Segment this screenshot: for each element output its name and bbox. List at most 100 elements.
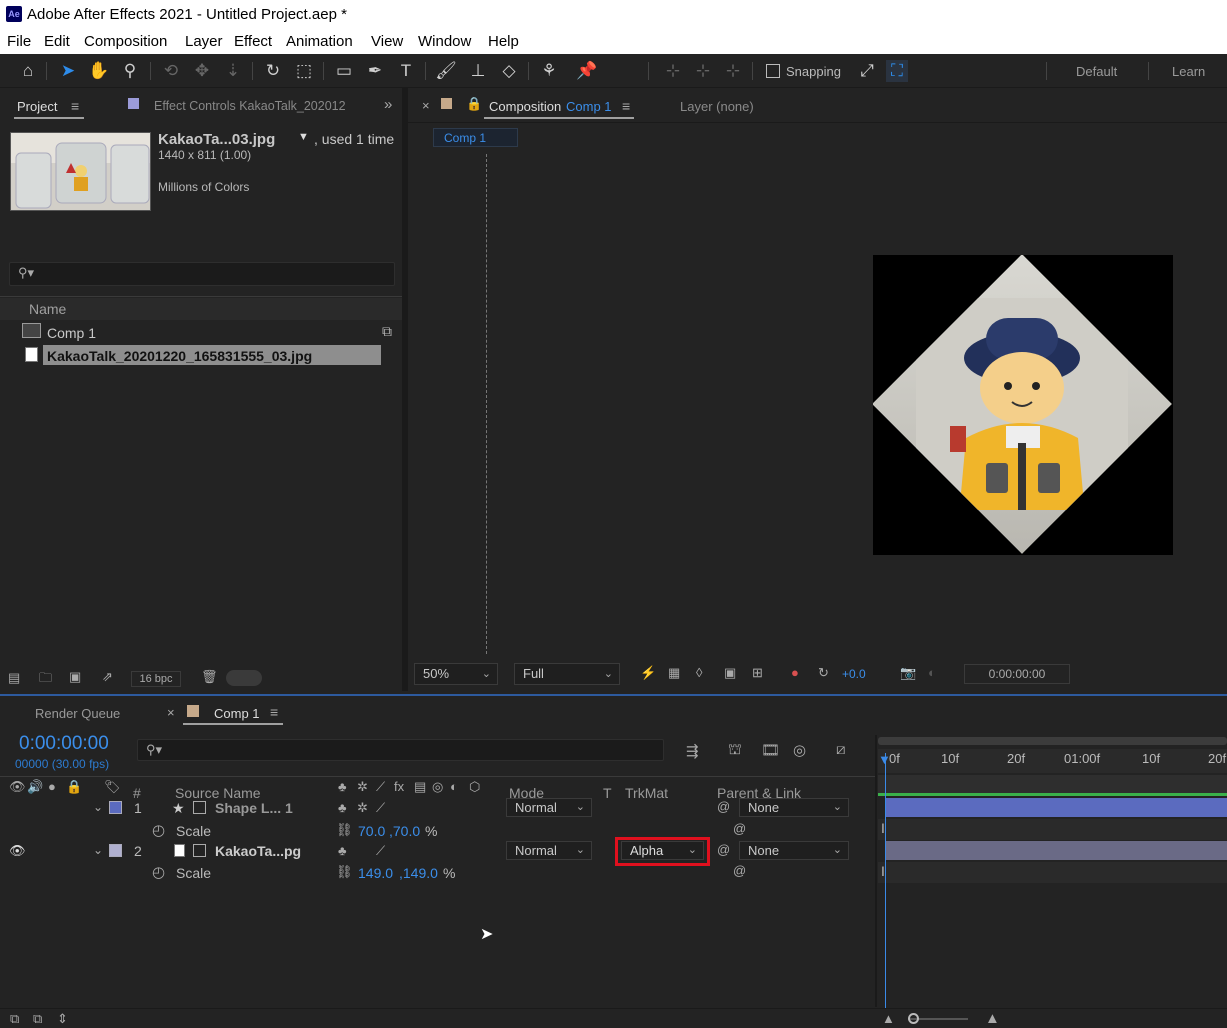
mask-visibility-icon[interactable]: ◊ (696, 665, 702, 680)
label-tag-icon[interactable]: 🏷 (104, 779, 121, 795)
menu-animation[interactable]: Animation (286, 33, 353, 50)
flowchart-icon[interactable]: ⧉ (382, 323, 392, 340)
pan-behind-tool-icon[interactable]: ⬚ (293, 60, 315, 82)
layer-mode-dropdown[interactable]: Normal ⌄ (506, 798, 592, 817)
lock-switch-icon[interactable]: 🔒 (66, 779, 82, 795)
region-of-interest-icon[interactable]: ▣ (724, 665, 736, 681)
snap-feature-icon[interactable]: ⛶ (886, 60, 908, 82)
zoom-slider-handle[interactable] (908, 1013, 919, 1024)
interpret-footage-icon[interactable]: ▤ (8, 670, 20, 686)
menu-composition[interactable]: Composition (84, 33, 167, 50)
composition-canvas[interactable] (873, 255, 1173, 555)
scale-x-value[interactable]: 70.0 (358, 823, 385, 839)
panel-menu-icon[interactable]: ≡ (270, 704, 278, 720)
layer-name[interactable]: Shape L... 1 (215, 800, 293, 816)
selection-tool-icon[interactable]: ➤ (57, 60, 79, 82)
layer-name[interactable]: KakaoTa...pg (215, 843, 301, 859)
pan-camera-icon[interactable]: ✥ (191, 60, 213, 82)
quality-switch-icon[interactable]: ⟋ (376, 779, 385, 795)
rgb-channels-icon[interactable]: ● (791, 665, 799, 680)
layer-switches-toggle-icon[interactable]: ⧉ (10, 1011, 19, 1027)
column-name[interactable]: Name (29, 301, 66, 317)
visibility-eye-icon[interactable]: 👁 (9, 843, 26, 859)
project-search-input[interactable]: ⚲▾ (9, 262, 395, 286)
menu-layer[interactable]: Layer (185, 33, 223, 50)
shy-icon[interactable]: ♣ (338, 843, 347, 858)
workspace-learn[interactable]: Learn (1172, 64, 1205, 79)
quality-icon[interactable]: ⟋ (376, 800, 385, 816)
stopwatch-icon[interactable]: ◴ (152, 821, 165, 839)
scale-y-value[interactable]: ,70.0 (389, 823, 420, 839)
frame-blending-icon[interactable]: 🎞 (761, 741, 780, 759)
tab-layer[interactable]: Layer (none) (680, 99, 754, 114)
menu-help[interactable]: Help (488, 33, 519, 50)
in-out-toggle-icon[interactable]: ⇕ (57, 1011, 68, 1027)
adjustment-layer-switch-icon[interactable]: ◐ (450, 779, 458, 794)
draft-3d-icon[interactable]: ⛫ (728, 741, 742, 760)
project-item-comp[interactable]: Comp 1 ⧉ (0, 321, 402, 343)
expand-chevron-icon[interactable]: ⌄ (93, 843, 103, 857)
new-composition-icon[interactable]: ▣ (69, 669, 81, 685)
frame-blend-switch-icon[interactable]: ▤ (414, 779, 426, 795)
magnification-dropdown[interactable]: 50% ⌄ (414, 663, 498, 685)
layer-2-duration-bar[interactable] (886, 841, 1227, 860)
stopwatch-icon[interactable]: ◴ (152, 863, 165, 881)
orbit-camera-icon[interactable]: ⟲ (160, 60, 182, 82)
panel-menu-icon[interactable]: ≡ (71, 98, 79, 114)
playhead-line[interactable] (885, 753, 886, 1009)
pick-whip-icon[interactable]: @ (717, 842, 730, 857)
collapse-switch-icon[interactable]: ✲ (357, 779, 368, 795)
puppet-pin-tool-icon[interactable]: 📌 (576, 60, 598, 82)
hand-tool-icon[interactable]: ✋ (88, 60, 110, 82)
menu-window[interactable]: Window (418, 33, 471, 50)
exposure-value[interactable]: +0.0 (842, 667, 866, 681)
footage-dropdown-icon[interactable]: ▼ (298, 131, 309, 143)
parent-dropdown[interactable]: None ⌄ (739, 798, 849, 817)
menu-view[interactable]: View (371, 33, 403, 50)
shy-icon[interactable]: ♣ (338, 800, 347, 815)
menu-edit[interactable]: Edit (44, 33, 70, 50)
resolution-dropdown[interactable]: Full ⌄ (514, 663, 620, 685)
snapping-options-icon[interactable]: ⤢ (856, 60, 878, 82)
home-icon[interactable]: ⌂ (17, 60, 39, 82)
fast-previews-icon[interactable]: ⚡ (640, 665, 656, 681)
bit-depth-button[interactable]: 16 bpc (131, 671, 181, 687)
timeline-search-input[interactable]: ⚲▾ (137, 739, 664, 761)
quality-icon[interactable]: ⟋ (376, 843, 385, 859)
rotation-tool-icon[interactable]: ↻ (262, 60, 284, 82)
world-axis-icon[interactable]: ⊹ (692, 60, 714, 82)
tab-effect-controls[interactable]: Effect Controls KakaoTalk_202012 (154, 99, 346, 113)
menu-file[interactable]: File (7, 33, 31, 50)
solo-switch-icon[interactable]: ● (48, 779, 56, 794)
constrain-proportions-icon[interactable]: ⛓ (336, 822, 353, 838)
3d-layer-switch-icon[interactable]: ⬡ (469, 779, 480, 795)
viewer-timecode[interactable]: 0:00:00:00 (964, 664, 1070, 684)
motion-blur-icon[interactable]: ◎ (793, 741, 806, 759)
workspace-default[interactable]: Default (1076, 64, 1117, 79)
shy-switch-icon[interactable]: ♣ (338, 779, 347, 794)
playhead-handle-icon[interactable]: ▼ (878, 752, 891, 767)
guide-line[interactable] (486, 154, 487, 654)
layer-mode-dropdown[interactable]: Normal ⌄ (506, 841, 592, 860)
pick-whip-icon[interactable]: @ (733, 821, 746, 836)
pen-tool-icon[interactable]: ✒ (364, 60, 386, 82)
project-item-footage[interactable]: KakaoTalk_20201220_165831555_03.jpg (0, 344, 402, 366)
menu-effect[interactable]: Effect (234, 33, 272, 50)
video-switch-icon[interactable]: 👁 (9, 779, 26, 795)
close-tab-icon[interactable]: × (167, 705, 175, 720)
delete-trash-icon[interactable]: 🗑 (201, 669, 218, 685)
dolly-camera-icon[interactable]: ⇣ (222, 60, 244, 82)
rectangle-tool-icon[interactable]: ▭ (333, 60, 355, 82)
composition-mini-flowchart-icon[interactable]: ⇶ (686, 742, 699, 760)
close-tab-icon[interactable]: × (422, 98, 430, 113)
roto-brush-tool-icon[interactable]: ⚘ (538, 60, 560, 82)
view-axis-icon[interactable]: ⊹ (722, 60, 744, 82)
local-axis-icon[interactable]: ⊹ (662, 60, 684, 82)
constrain-proportions-icon[interactable]: ⛓ (336, 864, 353, 880)
zoom-tool-icon[interactable]: ⚲ (119, 60, 141, 82)
motion-blur-switch-icon[interactable]: ◎ (432, 779, 443, 795)
label-color-swatch[interactable] (109, 844, 122, 857)
layer-1-duration-bar[interactable] (886, 798, 1227, 817)
lock-icon[interactable]: 🔒 (466, 96, 482, 112)
parent-dropdown[interactable]: None ⌄ (739, 841, 849, 860)
